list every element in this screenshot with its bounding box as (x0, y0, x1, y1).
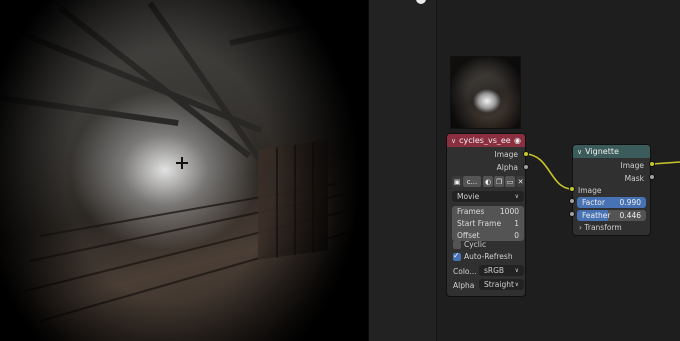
vignette-overlay (0, 0, 368, 341)
start-frame-value: 1 (514, 219, 519, 228)
image-name-field[interactable]: c... (463, 176, 481, 187)
vignette-node-title: Vignette (585, 147, 619, 156)
color-space-value: sRGB (484, 266, 505, 275)
frame-settings: Frames 1000 Start Frame 1 Offset 0 (452, 206, 524, 241)
start-frame-field[interactable]: Start Frame 1 (452, 218, 524, 229)
output-alpha-label: Alpha (496, 163, 518, 172)
transform-label: Transform (584, 223, 622, 232)
collapse-chevron-icon[interactable]: ∨ (451, 137, 456, 145)
image-viewer[interactable] (0, 0, 368, 341)
image-node[interactable]: ∨ cycles_vs_eeve... ◉ Image Alpha ▣ c...… (446, 133, 526, 297)
alpha-output-socket[interactable] (523, 164, 529, 170)
output-image-label: Image (620, 161, 645, 170)
cyclic-label: Cyclic (464, 240, 487, 249)
output-image-label: Image (494, 150, 519, 159)
chevron-down-icon: ∨ (514, 267, 519, 274)
image-node-header[interactable]: ∨ cycles_vs_eeve... ◉ (447, 134, 525, 147)
editor-gutter (369, 0, 436, 341)
image-icon[interactable]: ▣ (452, 176, 462, 187)
source-dropdown[interactable]: Movie ∨ (452, 191, 524, 202)
auto-refresh-label: Auto-Refresh (464, 252, 513, 261)
transform-panel-toggle[interactable]: › Transform (579, 223, 622, 232)
folder-icon[interactable]: ▭ (505, 176, 515, 187)
close-icon[interactable]: ✕ (516, 176, 525, 187)
input-image-label: Image (578, 186, 602, 195)
offset-value: 0 (514, 231, 519, 240)
cyclic-checkbox[interactable] (453, 241, 461, 249)
crosshair-icon[interactable] (176, 157, 188, 169)
alpha-mode-label: Alpha (453, 281, 475, 290)
eye-icon[interactable]: ◉ (514, 136, 521, 145)
feather-input-socket[interactable] (569, 211, 575, 217)
image-output-socket[interactable] (523, 151, 529, 157)
vignette-node-header[interactable]: ∨ Vignette (573, 145, 650, 158)
chevron-down-icon: ∨ (514, 281, 519, 288)
frames-label: Frames (457, 207, 485, 216)
frames-value: 1000 (499, 207, 519, 216)
auto-refresh-checkbox[interactable] (453, 251, 461, 261)
vignette-image-output-socket[interactable] (649, 161, 655, 167)
feather-slider[interactable]: Feather 0.446 (577, 210, 646, 221)
mask-output-socket[interactable] (649, 174, 655, 180)
alpha-mode-dropdown[interactable]: Straight ∨ (479, 279, 524, 290)
image-node-preview (450, 56, 521, 129)
factor-input-socket[interactable] (569, 198, 575, 204)
source-value: Movie (457, 192, 480, 201)
factor-slider[interactable]: Factor 0.990 (577, 197, 646, 208)
color-space-dropdown[interactable]: sRGB ∨ (479, 265, 524, 276)
start-frame-label: Start Frame (457, 219, 502, 228)
chevron-down-icon: ∨ (514, 193, 519, 200)
frames-field[interactable]: Frames 1000 (452, 206, 524, 217)
image-node-title: cycles_vs_eeve... (459, 136, 511, 145)
feather-value: 0.446 (619, 211, 641, 220)
shield-icon[interactable]: ◐ (483, 176, 493, 187)
color-space-label: Colo... (453, 267, 477, 276)
output-mask-label: Mask (624, 174, 644, 183)
vignette-image-input-socket[interactable] (569, 186, 575, 192)
copy-icon[interactable]: ❐ (494, 176, 504, 187)
chevron-right-icon: › (579, 223, 582, 232)
alpha-mode-value: Straight (484, 280, 514, 289)
vignette-node[interactable]: ∨ Vignette Image Mask Image Factor 0.990… (572, 144, 651, 236)
offset-field[interactable]: Offset 0 (452, 230, 524, 241)
factor-label: Factor (582, 198, 605, 207)
factor-value: 0.990 (619, 198, 641, 207)
feather-label: Feather (582, 211, 611, 220)
offset-label: Offset (457, 231, 480, 240)
collapse-chevron-icon[interactable]: ∨ (577, 148, 582, 156)
